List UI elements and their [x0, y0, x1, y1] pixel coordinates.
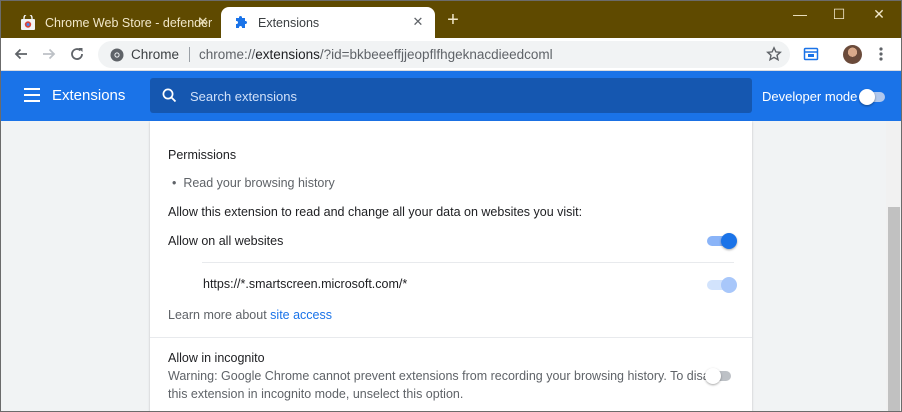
allow-all-websites-label: Allow on all websites [168, 234, 284, 248]
browser-toolbar: Chrome chrome://extensions/?id=bkbeeeffj… [0, 38, 902, 71]
back-arrow-icon[interactable] [12, 45, 30, 63]
allow-in-incognito-toggle[interactable] [705, 368, 735, 384]
developer-mode-label: Developer mode [762, 89, 858, 104]
puzzle-piece-icon [233, 15, 249, 31]
incognito-warning-line-2: this extension in incognito mode, unsele… [168, 387, 464, 401]
profile-avatar[interactable] [843, 45, 862, 64]
close-tab-icon[interactable]: ✕ [196, 15, 210, 29]
extensions-header: Extensions Developer mode [0, 71, 902, 121]
permissions-heading: Permissions [168, 148, 237, 162]
maximize-button[interactable]: ☐ [829, 4, 849, 24]
tab-title: Chrome Web Store - defender [45, 15, 213, 30]
extension-action-icon[interactable] [802, 45, 820, 63]
tab-chrome-web-store[interactable]: Chrome Web Store - defender ✕ [8, 7, 220, 38]
more-menu-icon[interactable] [872, 45, 890, 63]
search-bar[interactable] [150, 78, 752, 113]
close-window-button[interactable]: ✕ [869, 4, 889, 24]
title-bar: Chrome Web Store - defender ✕ Extensions… [0, 0, 902, 38]
site-access-heading: Allow this extension to read and change … [168, 205, 583, 219]
search-icon [162, 88, 177, 108]
tab-title: Extensions [258, 15, 320, 30]
page-title: Extensions [52, 87, 126, 104]
vertical-scrollbar[interactable] [886, 121, 902, 412]
chrome-web-store-icon [20, 14, 36, 31]
incognito-warning-line-1: Warning: Google Chrome cannot prevent ex… [168, 369, 727, 383]
tab-extensions[interactable]: Extensions ✕ [221, 7, 435, 38]
omnibox-separator [189, 47, 191, 62]
site-url-toggle [707, 277, 737, 293]
developer-mode-toggle[interactable] [859, 89, 887, 105]
learn-more-text: Learn more about site access [168, 308, 333, 322]
chrome-icon [110, 48, 124, 61]
divider [202, 262, 734, 263]
permission-item: • Read your browsing history [172, 176, 335, 190]
site-label: Chrome [131, 47, 180, 62]
address-bar[interactable]: Chrome chrome://extensions/?id=bkbeeeffj… [98, 41, 790, 68]
forward-arrow-icon[interactable] [40, 45, 58, 63]
site-url: https://*.smartscreen.microsoft.com/* [203, 277, 408, 291]
main-content: Permissions • Read your browsing history… [0, 121, 886, 412]
minimize-button[interactable]: — [790, 4, 810, 24]
url-text: chrome://extensions/?id=bkbeeeffjjeopflf… [199, 47, 553, 62]
divider [150, 337, 752, 338]
new-tab-button[interactable]: + [444, 10, 462, 30]
reload-icon[interactable] [68, 45, 86, 63]
extension-details-card: Permissions • Read your browsing history… [150, 121, 752, 412]
incognito-label: Allow in incognito [168, 351, 265, 365]
search-input[interactable] [190, 86, 730, 106]
hamburger-menu-icon[interactable] [24, 88, 40, 102]
site-info[interactable]: Chrome [110, 47, 179, 62]
bookmark-star-icon[interactable] [765, 45, 783, 63]
scrollbar-thumb[interactable] [888, 207, 900, 412]
site-access-link[interactable]: site access [270, 308, 332, 322]
allow-all-websites-toggle[interactable] [707, 233, 737, 249]
close-tab-icon[interactable]: ✕ [411, 15, 425, 29]
